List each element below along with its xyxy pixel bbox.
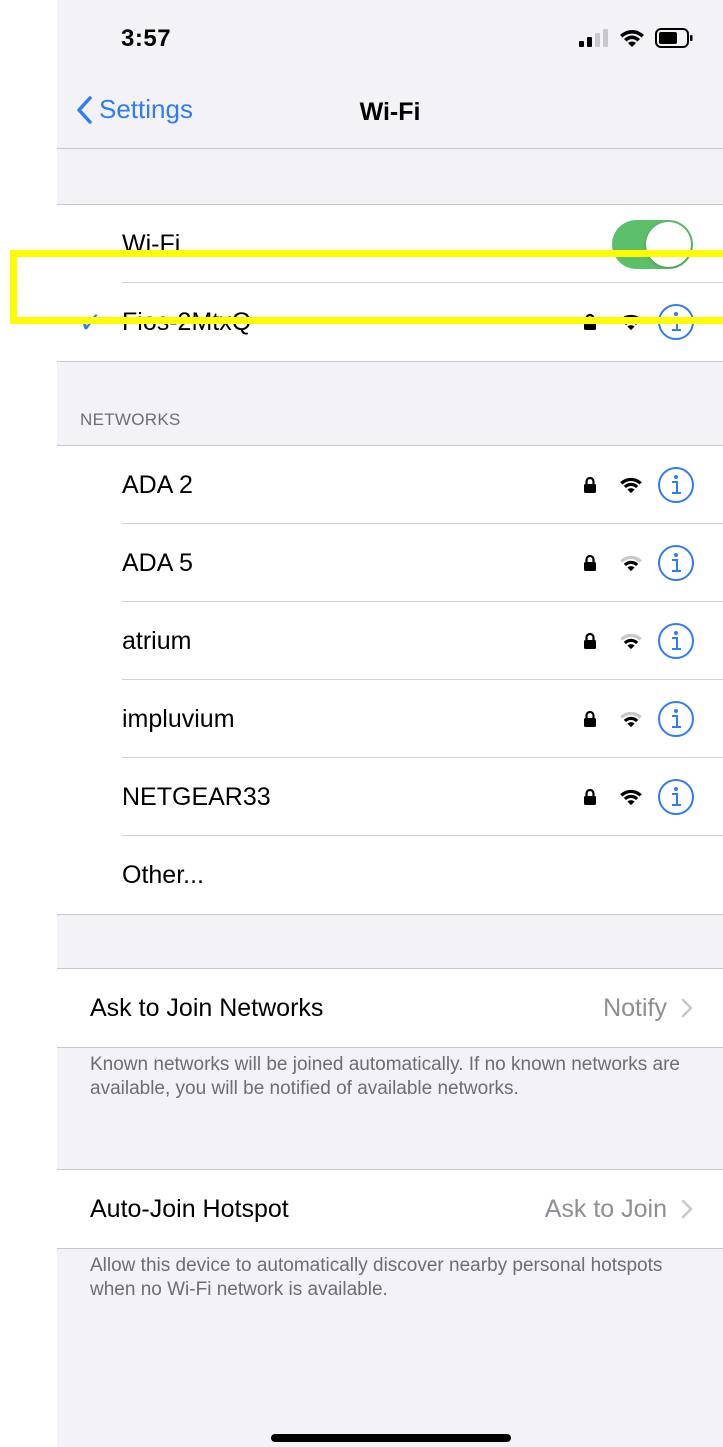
auto-join-hotspot-row[interactable]: Auto-Join Hotspot Ask to Join [57, 1170, 723, 1248]
home-indicator[interactable] [271, 1434, 511, 1442]
ask-to-join-label: Ask to Join Networks [90, 993, 324, 1022]
network-name: ADA 5 [122, 548, 193, 577]
auto-join-hotspot-label: Auto-Join Hotspot [90, 1194, 289, 1223]
other-network-row[interactable]: Other... [57, 836, 723, 914]
auto-join-hotspot-value: Ask to Join [544, 1194, 667, 1223]
lock-icon [584, 632, 596, 649]
chevron-right-icon [681, 1199, 693, 1219]
network-row[interactable]: ADA 2 [57, 446, 723, 524]
page-title: Wi-Fi [57, 98, 723, 127]
networks-header: NETWORKS [80, 410, 181, 429]
lock-icon [584, 554, 596, 571]
navigation-bar: Settings Wi-Fi [57, 70, 723, 149]
network-row[interactable]: NETGEAR33 [57, 758, 723, 836]
info-icon[interactable] [657, 778, 695, 816]
wifi-signal-icon [620, 555, 642, 572]
lock-icon [584, 788, 596, 805]
network-row[interactable]: impluvium [57, 680, 723, 758]
battery-icon [655, 28, 693, 48]
info-icon[interactable] [657, 700, 695, 738]
ask-to-join-footnote: Known networks will be joined automatica… [90, 1054, 680, 1099]
wifi-signal-icon [620, 633, 642, 650]
network-name: NETGEAR33 [122, 782, 271, 811]
network-name: ADA 2 [122, 470, 193, 499]
wifi-signal-icon [620, 789, 642, 806]
ask-to-join-value: Notify [603, 993, 667, 1022]
status-icons [579, 28, 693, 48]
network-name: atrium [122, 626, 192, 655]
info-icon[interactable] [657, 544, 695, 582]
other-network-label: Other... [122, 860, 204, 889]
network-icons [583, 544, 695, 582]
networks-list: ADA 2 ADA 5 atrium impluvium NETGEAR33 Other.… [57, 445, 723, 915]
wifi-status-icon [620, 30, 644, 47]
network-name: impluvium [122, 704, 235, 733]
page-title-text: Wi-Fi [359, 98, 421, 126]
wifi-signal-icon [620, 477, 642, 494]
lock-icon [584, 476, 596, 493]
network-row[interactable]: ADA 5 [57, 524, 723, 602]
lock-icon [584, 710, 596, 727]
status-time: 3:57 [121, 25, 172, 52]
network-icons [583, 622, 695, 660]
wifi-signal-icon [620, 711, 642, 728]
network-icons [583, 466, 695, 504]
wifi-settings-screen: 3:57 Settings Wi-Fi Wi-Fi ✓ Fios-2MtxQ N… [57, 0, 723, 1447]
info-icon[interactable] [657, 622, 695, 660]
info-icon[interactable] [657, 466, 695, 504]
highlight-box [10, 250, 723, 324]
network-icons [583, 778, 695, 816]
network-row[interactable]: atrium [57, 602, 723, 680]
auto-join-hotspot-group: Auto-Join Hotspot Ask to Join [57, 1169, 723, 1249]
network-icons [583, 700, 695, 738]
auto-join-hotspot-footnote: Allow this device to automatically disco… [90, 1255, 663, 1300]
ask-to-join-row[interactable]: Ask to Join Networks Notify [57, 969, 723, 1047]
chevron-right-icon [681, 998, 693, 1018]
ask-to-join-group: Ask to Join Networks Notify [57, 968, 723, 1048]
cellular-signal-icon [579, 29, 608, 47]
